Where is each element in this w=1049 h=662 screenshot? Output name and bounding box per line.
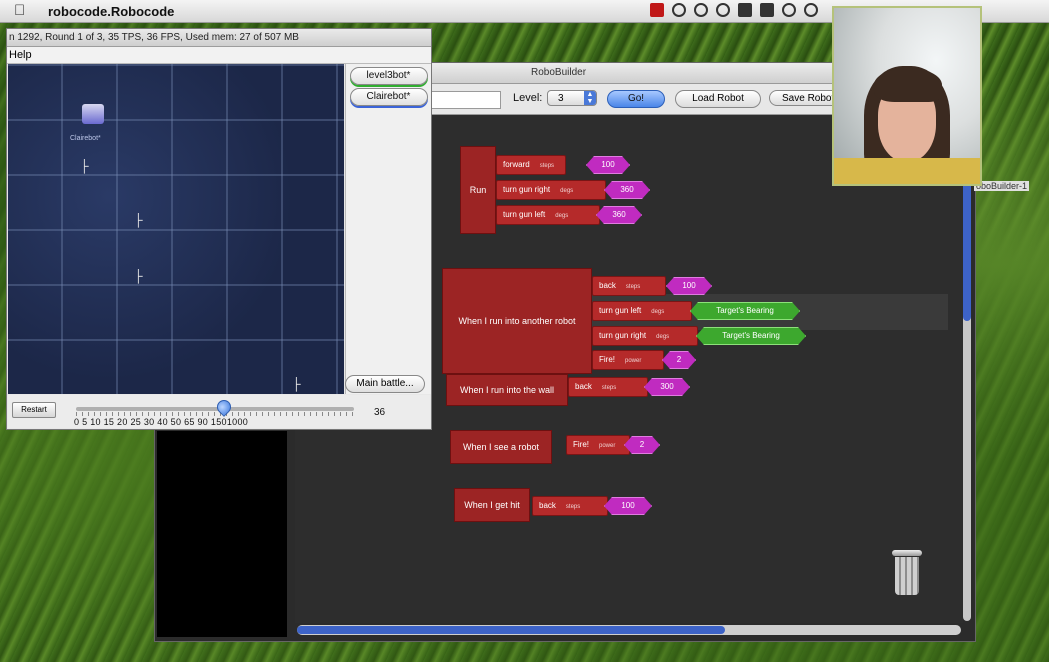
fire-block[interactable]: Fire! power [566,435,630,455]
cam-shirt [834,158,980,184]
enemy-robot-icon: ├ [134,213,143,227]
number-input[interactable]: 360 [604,181,650,199]
apple-menu-icon[interactable]:  [14,2,25,19]
block-label: turn gun right [503,185,551,194]
sync-icon[interactable] [694,3,708,17]
unit-label: degs [555,213,569,219]
turn-gun-left-block[interactable]: turn gun left degs [592,301,692,321]
hit-robot-event-label: When I run into another robot [458,316,576,326]
see-robot-event-block[interactable]: When I see a robot [450,430,552,464]
vertical-scrollbar[interactable] [963,181,971,621]
horizontal-scrollbar[interactable] [297,625,961,635]
app-name-menu[interactable]: robocode.Robocode [48,4,174,19]
number-input[interactable]: 100 [586,156,630,174]
number-input[interactable]: 100 [666,277,712,295]
enemy-robot-icon: ├ [80,159,89,173]
robobuilder-tab[interactable]: oboBuilder-1 [974,181,1030,191]
webcam-video [832,6,982,186]
number-input[interactable]: 300 [644,378,690,396]
trash-icon[interactable] [892,550,922,596]
slider-ticks [76,412,354,416]
block-label: turn gun right [599,331,647,340]
restart-button[interactable]: Restart [12,402,56,418]
wifi-icon[interactable] [782,3,796,17]
number-input[interactable]: 360 [596,206,642,224]
turn-gun-left-block[interactable]: turn gun left degs [496,205,600,225]
hit-robot-event-block[interactable]: When I run into another robot [442,268,592,374]
block-label: turn gun left [503,210,546,219]
record-icon[interactable] [650,3,664,17]
unit-label: steps [601,385,617,391]
see-robot-event-label: When I see a robot [462,442,540,452]
robot-button-level3bot[interactable]: level3bot* [349,67,428,85]
run-event-block[interactable]: Run [460,146,496,234]
unit-label: degs [651,309,665,315]
menu-help[interactable]: Help [7,47,431,64]
unit-label: degs [560,188,574,194]
palette-panel [157,431,287,637]
stepper-arrows-icon[interactable]: ▲ ▼ [584,91,596,105]
tps-value: 36 [374,407,386,418]
block-label: back [575,382,592,391]
unit-label: steps [539,163,555,169]
robobuilder-title: RoboBuilder [531,67,587,78]
trash-body [895,557,919,595]
back-block[interactable]: back steps [532,496,608,516]
robot-button-clairebot[interactable]: Clairebot* [349,88,428,106]
unit-label: power [599,443,616,449]
cam-fringe [874,68,942,102]
status-icons [650,3,818,17]
back-block[interactable]: back steps [592,276,666,296]
load-robot-button[interactable]: Load Robot [675,90,761,108]
slider-scale-labels: 0 5 10 15 20 25 30 40 50 65 90 1501000 [74,417,249,427]
run-event-label: Run [469,185,487,195]
forward-block[interactable]: forward steps [496,155,566,175]
fire-block[interactable]: Fire! power [592,350,664,370]
unit-label: power [625,358,642,364]
robot-name-input[interactable] [431,91,501,109]
target-bearing-input[interactable]: Target's Bearing [696,327,806,345]
block-label: forward [503,160,530,169]
main-battle-button[interactable]: Main battle... [345,375,425,393]
tps-slider[interactable] [76,407,354,411]
back-block[interactable]: back steps [568,377,648,397]
block-label: turn gun left [599,306,642,315]
vertical-scroll-thumb[interactable] [963,181,971,321]
level-select[interactable]: 3 ▲ ▼ [547,90,597,106]
unit-label: steps [565,504,581,510]
time-machine-icon[interactable] [716,3,730,17]
gear-icon[interactable] [672,3,686,17]
go-button[interactable]: Go! [607,90,665,108]
block-label: back [539,501,556,510]
unit-label: degs [656,334,670,340]
clairebot-robot-icon [82,104,104,124]
battle-status-bar[interactable]: n 1292, Round 1 of 3, 35 TPS, 36 FPS, Us… [7,29,431,47]
robot-list-panel: level3bot* Clairebot* [345,64,431,394]
hit-wall-event-label: When I run into the wall [459,385,555,395]
target-bearing-input[interactable]: Target's Bearing [690,302,800,320]
turn-gun-right-block[interactable]: turn gun right degs [496,180,606,200]
display-icon[interactable] [738,3,752,17]
level-value: 3 [558,93,564,104]
trash-lid [892,550,922,556]
horizontal-scroll-thumb[interactable] [297,626,725,634]
block-label: Fire! [599,355,615,364]
robocode-window: n 1292, Round 1 of 3, 35 TPS, 36 FPS, Us… [6,28,432,430]
block-label: Fire! [573,440,589,449]
robocode-controls: Restart 0 5 10 15 20 25 30 40 50 65 90 1… [8,395,430,428]
enemy-robot-icon: ├ [134,269,143,283]
block-label: back [599,281,616,290]
battle-arena[interactable]: Clairebot* ├ ├ ├ ├ [8,64,344,394]
level-label: Level: [513,92,543,104]
enemy-robot-icon: ├ [292,377,301,391]
unit-label: steps [625,284,641,290]
get-hit-event-block[interactable]: When I get hit [454,488,530,522]
robot-name-label: Clairebot* [70,135,101,142]
battery-icon[interactable] [760,3,774,17]
volume-icon[interactable] [804,3,818,17]
number-input[interactable]: 100 [604,497,652,515]
get-hit-event-label: When I get hit [464,500,520,510]
hit-wall-event-block[interactable]: When I run into the wall [446,374,568,406]
turn-gun-right-block[interactable]: turn gun right degs [592,326,698,346]
